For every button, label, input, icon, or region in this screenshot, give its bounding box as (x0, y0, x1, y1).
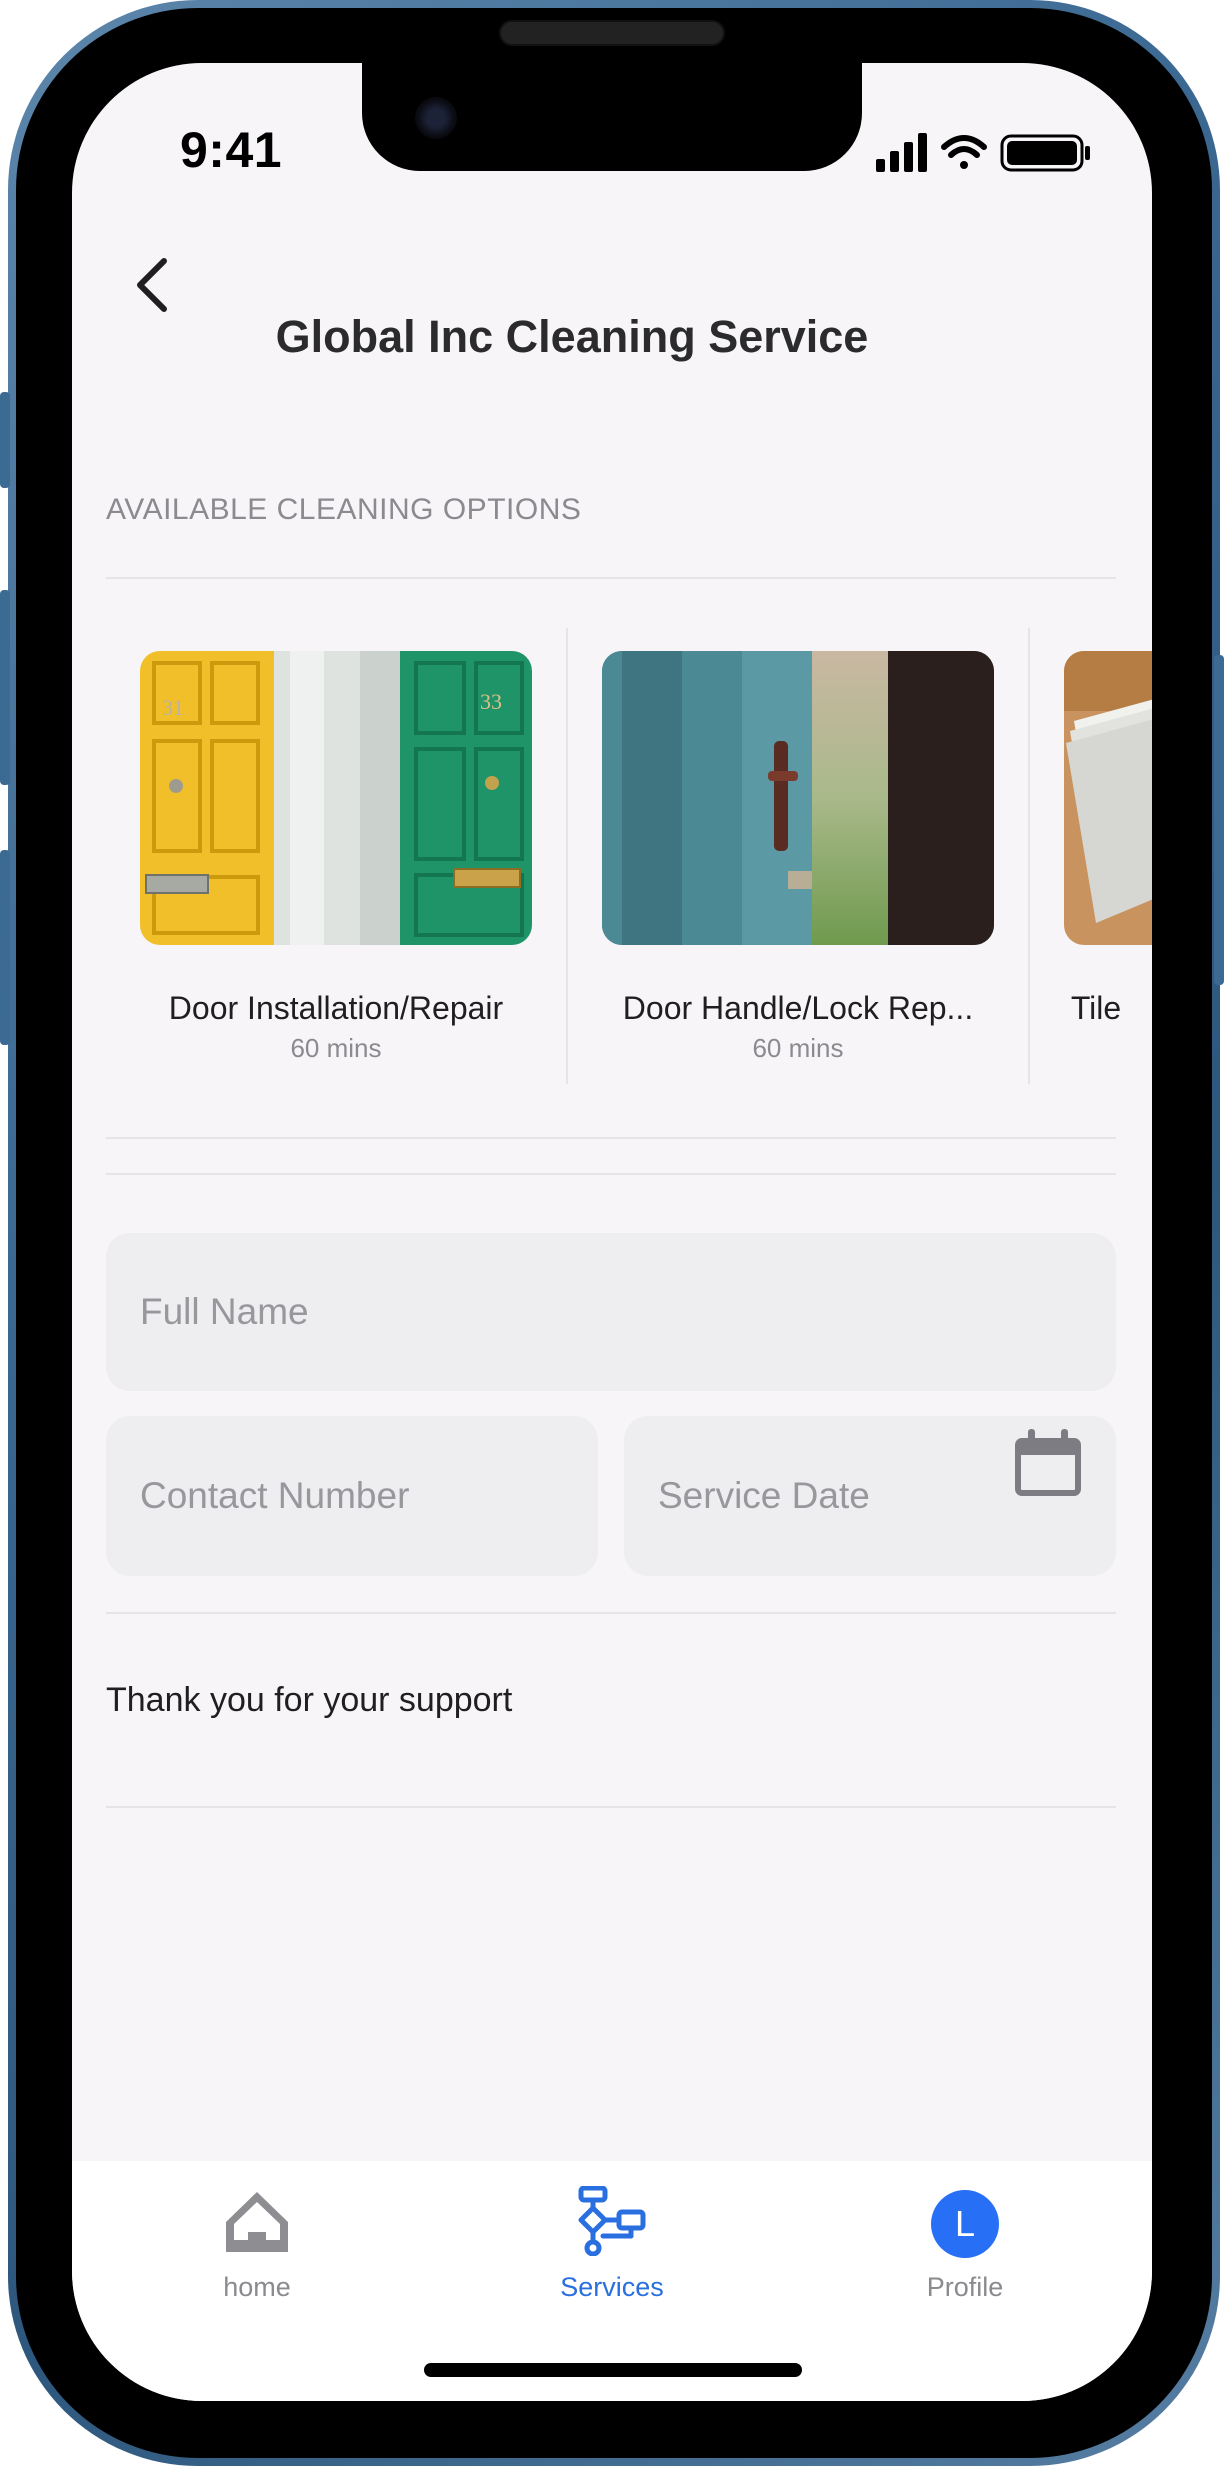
signal-icon (876, 133, 927, 172)
full-name-input[interactable] (106, 1233, 1116, 1391)
service-title: Tile (1070, 990, 1122, 1026)
divider (106, 1137, 1116, 1139)
top-speaker-grille (499, 20, 725, 46)
service-carousel[interactable]: 31 33 Door Installation/Repair 60 mins D… (72, 628, 1152, 1088)
tab-profile[interactable]: L Profile (845, 2186, 1085, 2316)
svg-text:31: 31 (162, 695, 184, 720)
notch (362, 63, 862, 171)
service-image-door-lock (602, 651, 994, 945)
service-duration: 60 mins (290, 1033, 382, 1063)
service-title: Door Installation/Repair (168, 990, 504, 1026)
home-indicator[interactable] (424, 2363, 802, 2377)
svg-text:33: 33 (480, 689, 502, 714)
service-card[interactable]: Tile (1030, 628, 1152, 1088)
status-time: 9:41 (180, 122, 283, 178)
avatar: L (931, 2190, 999, 2258)
contact-number-input[interactable] (106, 1416, 598, 1576)
battery-icon (1000, 134, 1090, 172)
tab-services-label: Services (560, 2272, 664, 2302)
divider (106, 577, 1116, 579)
thank-you-message: Thank you for your support (106, 1681, 513, 1719)
back-button[interactable] (116, 241, 186, 321)
side-button-volume-down (0, 850, 10, 1045)
back-chevron-icon (137, 258, 167, 312)
services-flow-icon (577, 2185, 647, 2257)
service-date-input[interactable] (624, 1416, 1116, 1576)
wifi-icon (941, 135, 987, 169)
divider (106, 1173, 1116, 1175)
tab-services[interactable]: Services (492, 2185, 732, 2316)
divider (106, 1806, 1116, 1808)
service-image-door-installation: 31 33 (140, 651, 532, 945)
home-icon (222, 2186, 292, 2256)
service-card[interactable]: 31 33 Door Installation/Repair 60 mins (106, 628, 566, 1088)
side-button-power (1214, 655, 1224, 985)
divider (106, 1612, 1116, 1614)
side-button-volume-up (0, 590, 10, 785)
section-label: AVAILABLE CLEANING OPTIONS (106, 493, 582, 526)
service-image-tile (1064, 651, 1152, 945)
status-icons (876, 133, 1102, 173)
front-camera (415, 97, 457, 139)
service-duration: 60 mins (752, 1033, 844, 1063)
page-title: Global Inc Cleaning Service (275, 311, 869, 362)
tab-profile-label: Profile (926, 2272, 1004, 2302)
tab-home-label: home (223, 2272, 291, 2302)
side-button-mute (0, 392, 10, 488)
tab-home[interactable]: home (137, 2186, 377, 2316)
app-screen: 9:41 Global Inc Cleaning Service AVAILAB… (72, 63, 1152, 2401)
